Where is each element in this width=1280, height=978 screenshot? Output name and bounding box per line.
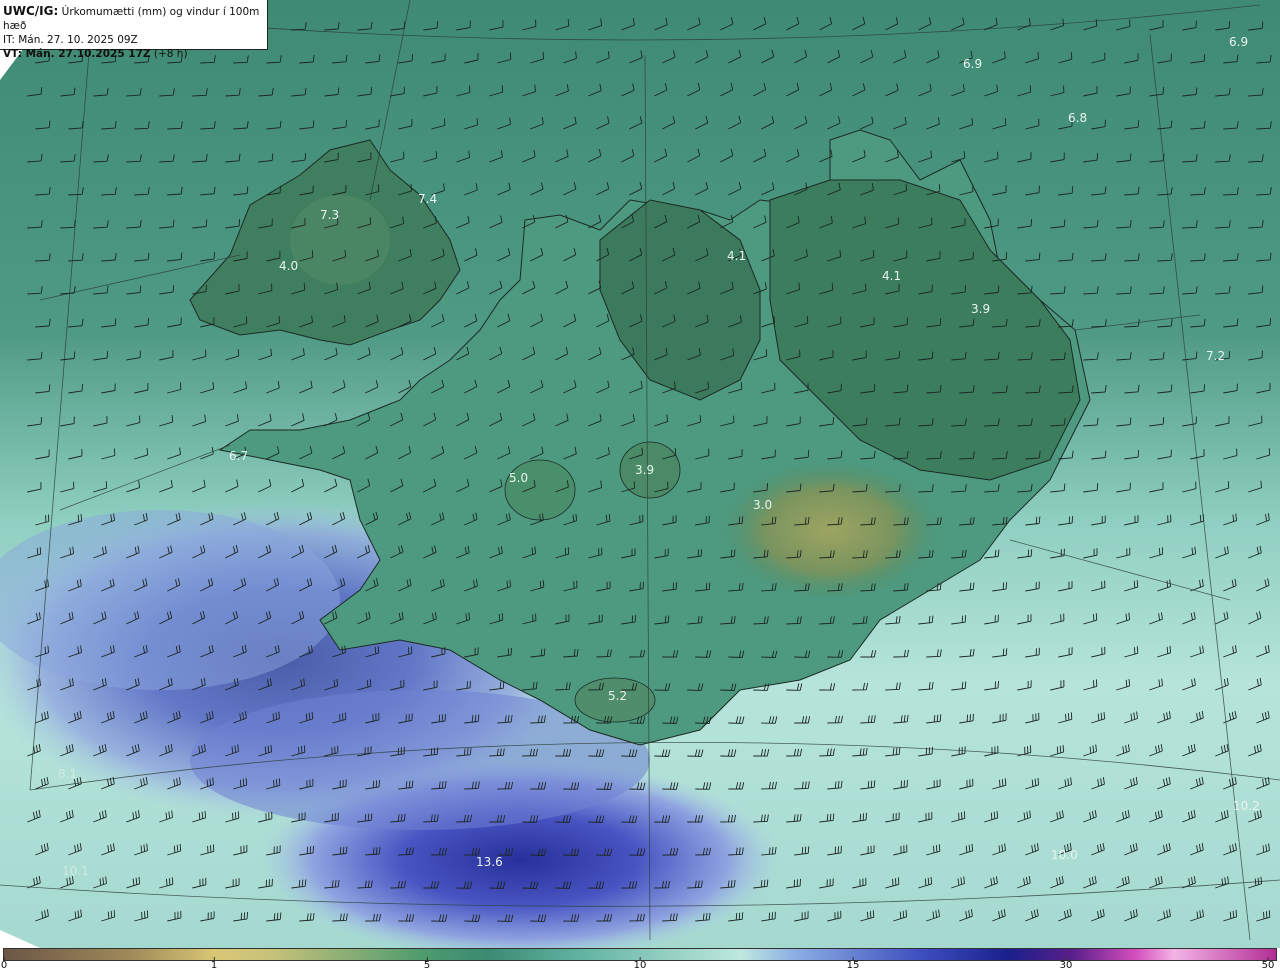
colorbar-tick: 1 xyxy=(210,957,218,971)
value-label: 4.1 xyxy=(727,249,746,263)
colorbar-legend: 0 1 5 10 15 30 50 xyxy=(0,948,1280,978)
value-label: 6.9 xyxy=(963,57,982,71)
value-label: 8.1 xyxy=(58,767,77,781)
value-label: 10.2 xyxy=(1233,799,1260,813)
colorbar-tick: 0 xyxy=(0,957,8,971)
init-time: IT: Mán. 27. 10. 2025 09Z xyxy=(3,34,138,46)
valid-time-line: VT: Mán. 27.10.2025 17Z (+8 h) xyxy=(3,47,267,61)
value-label: 6.7 xyxy=(229,449,248,463)
value-label: 7.2 xyxy=(1206,349,1225,363)
value-label: 7.4 xyxy=(418,192,437,206)
colorbar-tick: 30 xyxy=(1059,957,1073,971)
forecast-map: 6.9 6.9 6.8 7.3 7.4 4.0 4.1 4.1 3.9 7.2 … xyxy=(0,0,1280,948)
value-label: 5.2 xyxy=(608,689,627,703)
value-label: 6.9 xyxy=(1229,35,1248,49)
colorbar-tick: 10 xyxy=(633,957,647,971)
value-label: 3.9 xyxy=(971,302,990,316)
value-label: 13.6 xyxy=(476,855,503,869)
value-label: 5.0 xyxy=(509,471,528,485)
value-label: 10.0 xyxy=(1051,848,1078,862)
value-label: 7.3 xyxy=(320,208,339,222)
map-header: UWC/IG: Úrkomumætti (mm) og vindur í 100… xyxy=(0,0,268,60)
value-label: 4.1 xyxy=(882,269,901,283)
valid-time-offset: (+8 h) xyxy=(153,48,188,60)
vatnajokull xyxy=(720,460,940,600)
valid-time: VT: Mán. 27.10.2025 17Z xyxy=(3,48,151,60)
value-label: 3.0 xyxy=(753,498,772,512)
header-title-line: UWC/IG: Úrkomumætti (mm) og vindur í 100… xyxy=(3,4,267,33)
value-label: 3.9 xyxy=(635,463,654,477)
value-label: 10.1 xyxy=(62,864,89,878)
value-label: 6.8 xyxy=(1068,111,1087,125)
colorbar-tick: 50 xyxy=(1261,957,1275,971)
colorbar-tick: 15 xyxy=(846,957,860,971)
value-label: 4.0 xyxy=(279,259,298,273)
colorbar-tick: 5 xyxy=(423,957,431,971)
product-name: UWC/IG: xyxy=(3,4,59,18)
